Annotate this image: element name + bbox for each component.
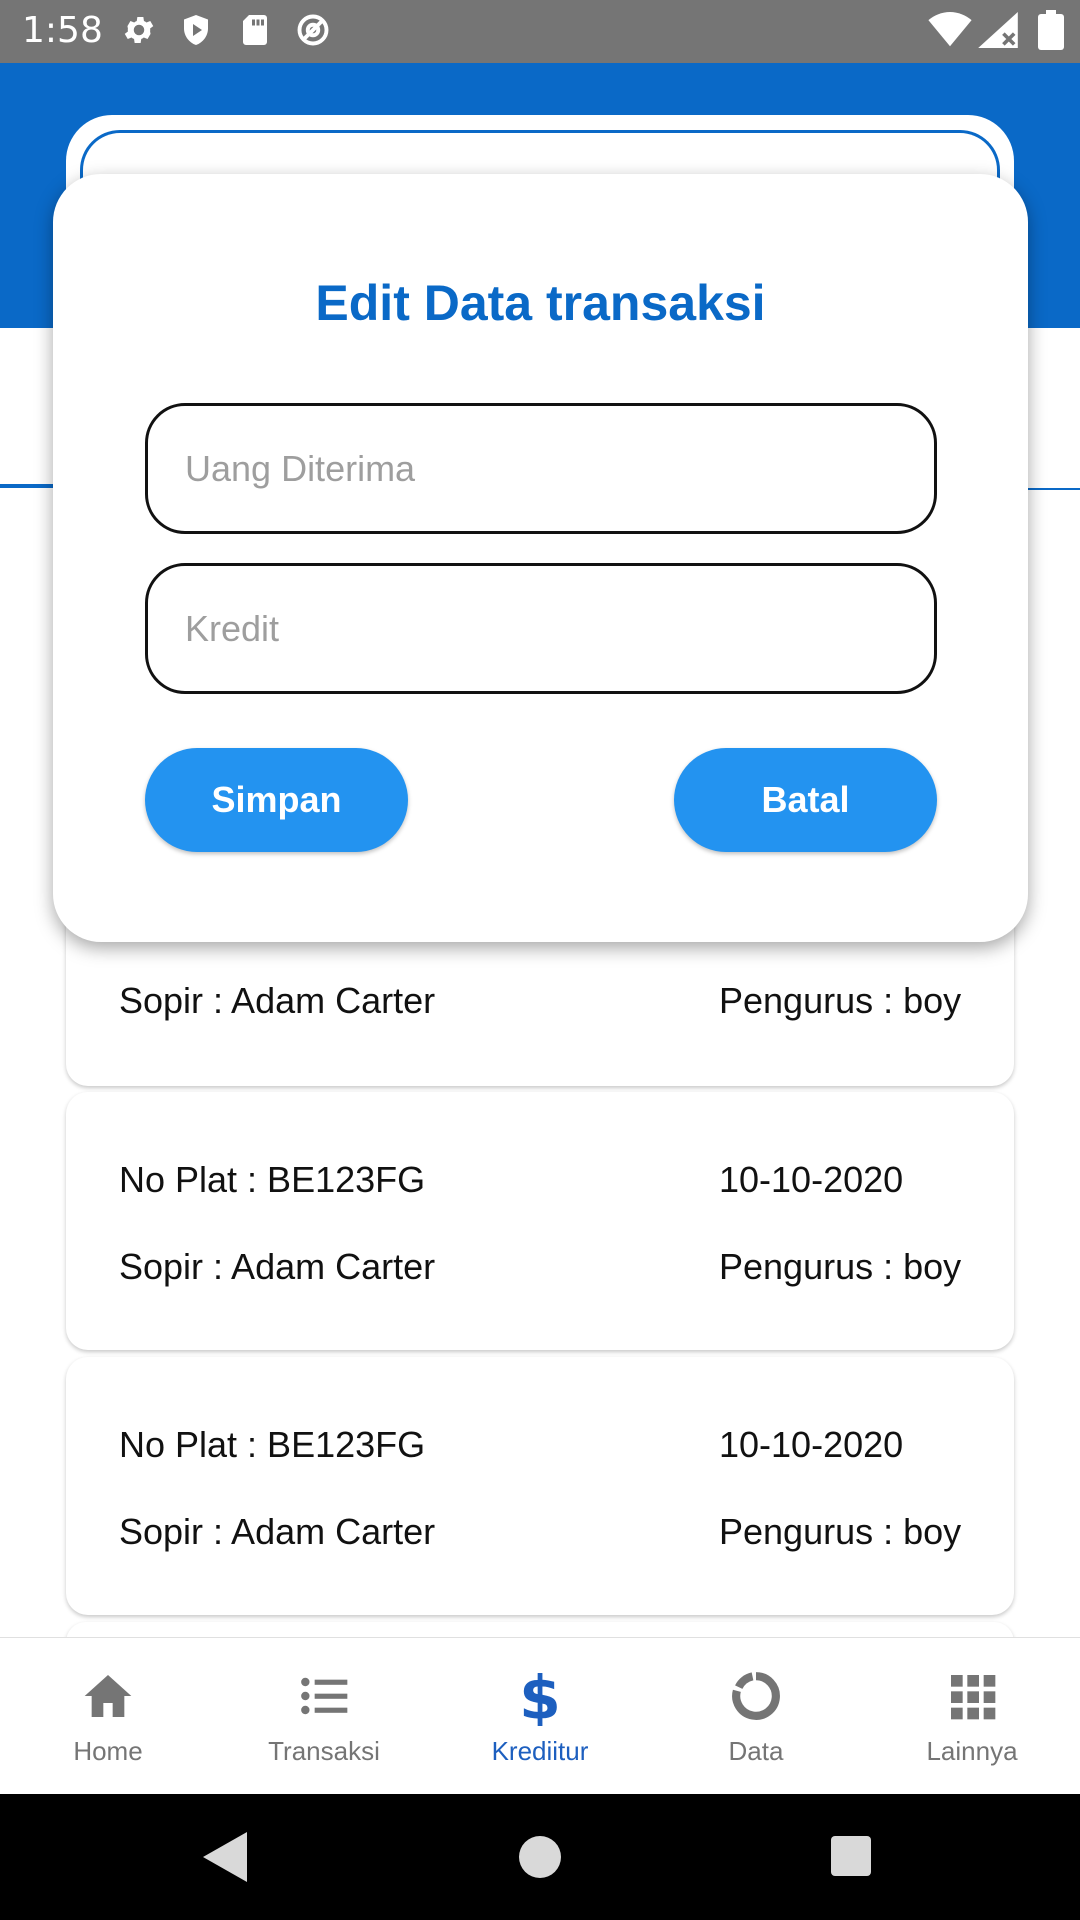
list-icon — [301, 1677, 348, 1715]
battery-icon — [1038, 10, 1064, 50]
no-plat-text: No Plat : BE123FG — [119, 1424, 426, 1465]
kredit-input[interactable]: Kredit — [145, 563, 937, 694]
gear-icon — [124, 16, 154, 44]
status-bar: 1:58 — [0, 0, 1080, 63]
date-text: 10-10-2020 — [719, 1159, 904, 1200]
pengurus-text: Pengurus : boy — [719, 1511, 962, 1552]
shield-icon — [184, 15, 208, 45]
sopir-text: Sopir : Adam Carter — [119, 980, 436, 1021]
nav-label: Home — [73, 1736, 143, 1766]
status-time: 1:58 — [22, 10, 103, 51]
wifi-icon — [928, 12, 972, 47]
nav-item-lainnya[interactable]: Lainnya — [864, 1638, 1080, 1795]
nav-label: Data — [728, 1736, 784, 1766]
list-item[interactable]: No Plat : BE123FG 10-10-2020 Sopir : Ada… — [66, 1092, 1014, 1350]
edit-dialog: Edit Data transaksi Uang Diterima Kredit… — [53, 174, 1028, 942]
donut-chart-icon — [732, 1672, 780, 1720]
no-plat-text: No Plat : BE123FG — [119, 1159, 426, 1200]
nav-item-data[interactable]: Data — [648, 1638, 864, 1795]
tab-divider — [1020, 488, 1080, 490]
back-icon[interactable] — [203, 1832, 247, 1882]
sopir-text: Sopir : Adam Carter — [119, 1246, 436, 1287]
system-nav-bar — [0, 1794, 1080, 1920]
dialog-title: Edit Data transaksi — [315, 275, 766, 331]
list-item[interactable]: No Plat : BE123FG 10-10-2020 Sopir : Ada… — [66, 1357, 1014, 1615]
bottom-nav: Home Transaksi $ Krediitur Data Lainnya — [0, 1637, 1080, 1794]
sopir-text: Sopir : Adam Carter — [119, 1511, 436, 1552]
tab-indicator — [0, 484, 60, 488]
nav-item-home[interactable]: Home — [0, 1638, 216, 1795]
grid-icon — [951, 1675, 996, 1720]
svg-text:$: $ — [519, 1666, 561, 1726]
nav-item-kreditur[interactable]: $ Krediitur — [432, 1638, 648, 1795]
save-button[interactable]: Simpan — [145, 748, 408, 852]
home-circle-icon[interactable] — [519, 1836, 561, 1878]
uang-diterima-input[interactable]: Uang Diterima — [145, 403, 937, 534]
date-text: 10-10-2020 — [719, 1424, 904, 1465]
pengurus-text: Pengurus : boy — [719, 1246, 962, 1287]
nav-label: Transaksi — [268, 1736, 380, 1766]
signal-icon — [978, 12, 1018, 48]
at-sign-icon — [297, 14, 329, 46]
sd-card-icon — [243, 15, 267, 45]
dollar-icon: $ — [519, 1666, 561, 1726]
nav-label: Krediitur — [491, 1736, 589, 1766]
nav-label: Lainnya — [926, 1736, 1018, 1766]
recents-icon[interactable] — [831, 1836, 871, 1876]
cancel-button[interactable]: Batal — [674, 748, 937, 852]
pengurus-text: Pengurus : boy — [719, 980, 962, 1021]
home-icon — [84, 1675, 132, 1717]
nav-item-transaksi[interactable]: Transaksi — [216, 1638, 432, 1795]
